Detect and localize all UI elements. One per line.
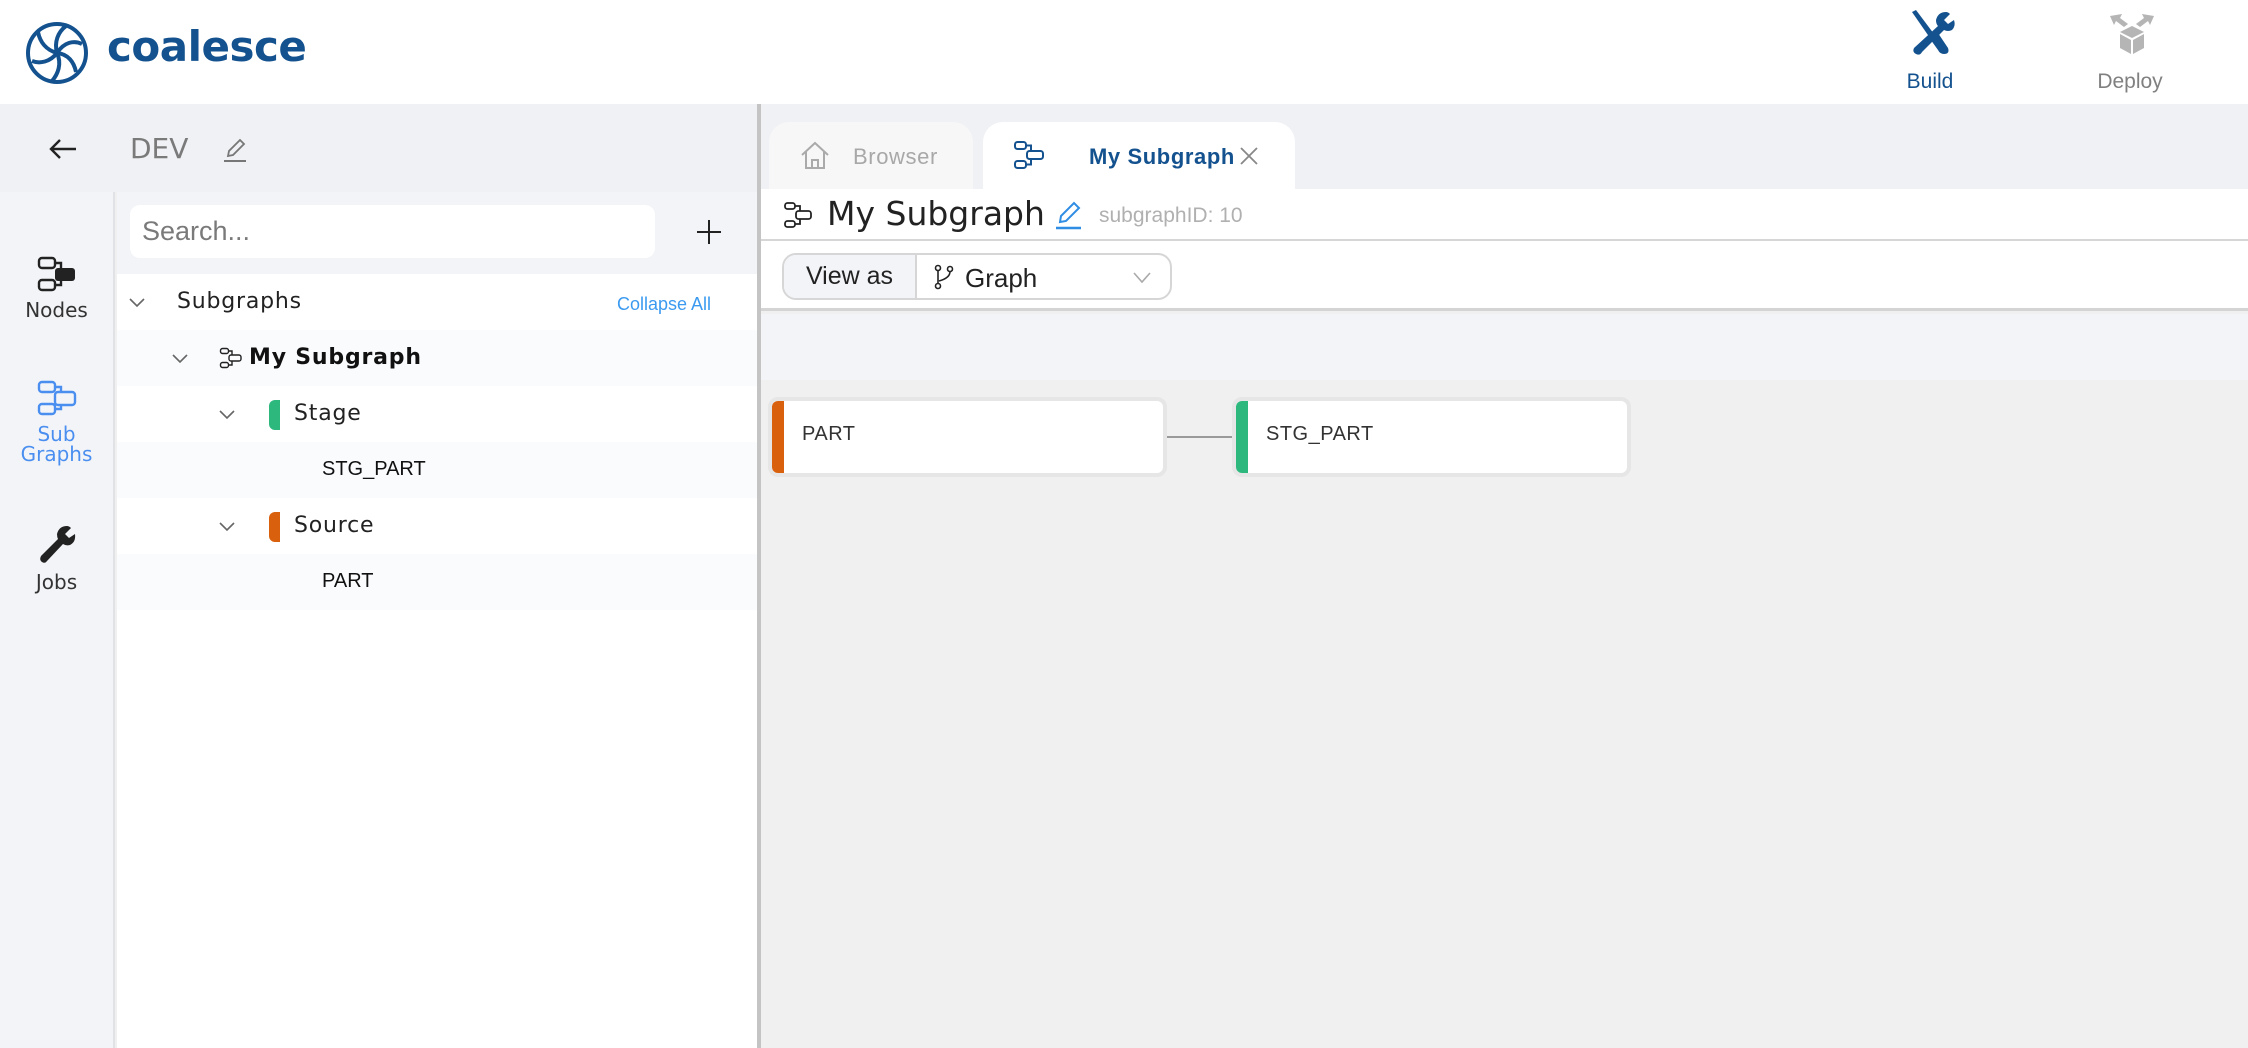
tree-item-my-subgraph[interactable]: My Subgraph — [117, 330, 757, 386]
subgraph-icon — [784, 202, 812, 228]
tab-my-subgraph[interactable]: My Subgraph — [983, 122, 1295, 189]
tree-node-label: PART — [322, 570, 374, 592]
view-as-control: View as Graph — [782, 253, 1172, 300]
subgraphs-icon — [37, 380, 76, 416]
graph-edge — [1167, 436, 1233, 438]
tree-group-source-label: Source — [294, 513, 375, 538]
source-color-marker — [269, 512, 280, 542]
stage-color-marker — [269, 400, 280, 430]
view-as-label: View as — [784, 255, 917, 298]
brand-name: coalesce — [107, 22, 307, 71]
top-tab-build[interactable]: Build — [1870, 0, 1990, 104]
arrow-left-icon[interactable] — [46, 132, 80, 166]
nav-label-subgraphs-line1: Sub — [37, 422, 76, 446]
tree-subgraph-label: My Subgraph — [249, 345, 422, 370]
graph-node-label: STG_PART — [1266, 423, 1374, 445]
branch-icon — [934, 264, 954, 290]
nav-item-nodes[interactable]: Nodes — [0, 254, 113, 320]
build-tools-icon — [1912, 10, 1955, 55]
main-area: Browser My Subgraph My Subgraph subgraph… — [761, 104, 2248, 1048]
top-tab-deploy[interactable]: Deploy — [2070, 0, 2190, 104]
left-nav: Nodes Sub Graphs Jobs — [0, 192, 115, 1048]
subgraph-id: subgraphID: 10 — [1099, 204, 1243, 227]
tab-browser-label: Browser — [853, 144, 938, 169]
nav-label-nodes: Nodes — [25, 298, 88, 322]
node-type-stripe — [772, 401, 784, 473]
subgraph-icon — [1014, 141, 1044, 169]
tree-group-stage[interactable]: Stage — [117, 386, 757, 442]
tab-browser[interactable]: Browser — [769, 122, 973, 189]
collapse-all-link[interactable]: Collapse All — [617, 294, 711, 315]
top-header: coalesce Build Deploy — [0, 0, 2248, 104]
node-type-stripe — [1236, 401, 1248, 473]
tree-group-stage-label: Stage — [294, 401, 362, 426]
tree-node-part[interactable]: PART — [117, 554, 757, 610]
tree-root-label: Subgraphs — [177, 289, 302, 314]
nav-label-jobs: Jobs — [35, 570, 78, 594]
chevron-down-icon — [1133, 272, 1151, 284]
search-area — [117, 192, 757, 274]
deploy-box-icon — [2110, 14, 2154, 54]
wrench-icon — [39, 526, 75, 563]
view-toolbar: View as Graph — [761, 241, 2248, 311]
top-tab-deploy-label: Deploy — [2097, 70, 2163, 93]
chevron-down-icon[interactable] — [218, 405, 236, 423]
top-tab-build-label: Build — [1906, 70, 1954, 93]
tree-node-stg-part[interactable]: STG_PART — [117, 442, 757, 498]
nodes-icon — [37, 256, 75, 292]
subgraph-tree-panel: Subgraphs Collapse All My Subgraph Stage… — [117, 192, 757, 1048]
graph-canvas[interactable]: PART STG_PART — [761, 380, 2248, 1048]
document-tabs: Browser My Subgraph — [761, 104, 2248, 189]
pencil-icon[interactable] — [220, 134, 250, 164]
pencil-icon[interactable] — [1053, 198, 1083, 230]
home-icon — [801, 141, 829, 169]
coalesce-logo-icon — [26, 22, 88, 84]
environment-name: DEV — [130, 132, 189, 165]
tree-root-subgraphs[interactable]: Subgraphs Collapse All — [117, 274, 757, 330]
close-icon[interactable] — [1237, 144, 1261, 168]
page-title: My Subgraph — [827, 194, 1045, 233]
nav-item-jobs[interactable]: Jobs — [0, 522, 113, 592]
canvas-header-band — [761, 314, 2248, 380]
graph-node-label: PART — [802, 423, 856, 445]
chevron-down-icon[interactable] — [218, 517, 236, 535]
view-as-value: Graph — [965, 263, 1038, 293]
chevron-down-icon[interactable] — [171, 349, 189, 367]
subgraph-title-row: My Subgraph subgraphID: 10 — [761, 189, 2248, 241]
subgraph-icon — [219, 347, 242, 369]
nav-label-subgraphs-line2: Graphs — [20, 442, 93, 466]
search-input[interactable] — [130, 205, 655, 258]
tree-group-source[interactable]: Source — [117, 498, 757, 554]
tab-my-subgraph-label: My Subgraph — [1089, 144, 1235, 169]
graph-node-part[interactable]: PART — [768, 397, 1167, 477]
nav-item-subgraphs[interactable]: Sub Graphs — [0, 378, 113, 464]
chevron-down-icon[interactable] — [128, 293, 146, 311]
plus-icon[interactable] — [691, 214, 727, 250]
environment-bar: DEV — [0, 104, 757, 192]
view-as-select[interactable]: Graph — [919, 255, 1170, 298]
tree-node-label: STG_PART — [322, 458, 426, 480]
graph-node-stg-part[interactable]: STG_PART — [1232, 397, 1631, 477]
